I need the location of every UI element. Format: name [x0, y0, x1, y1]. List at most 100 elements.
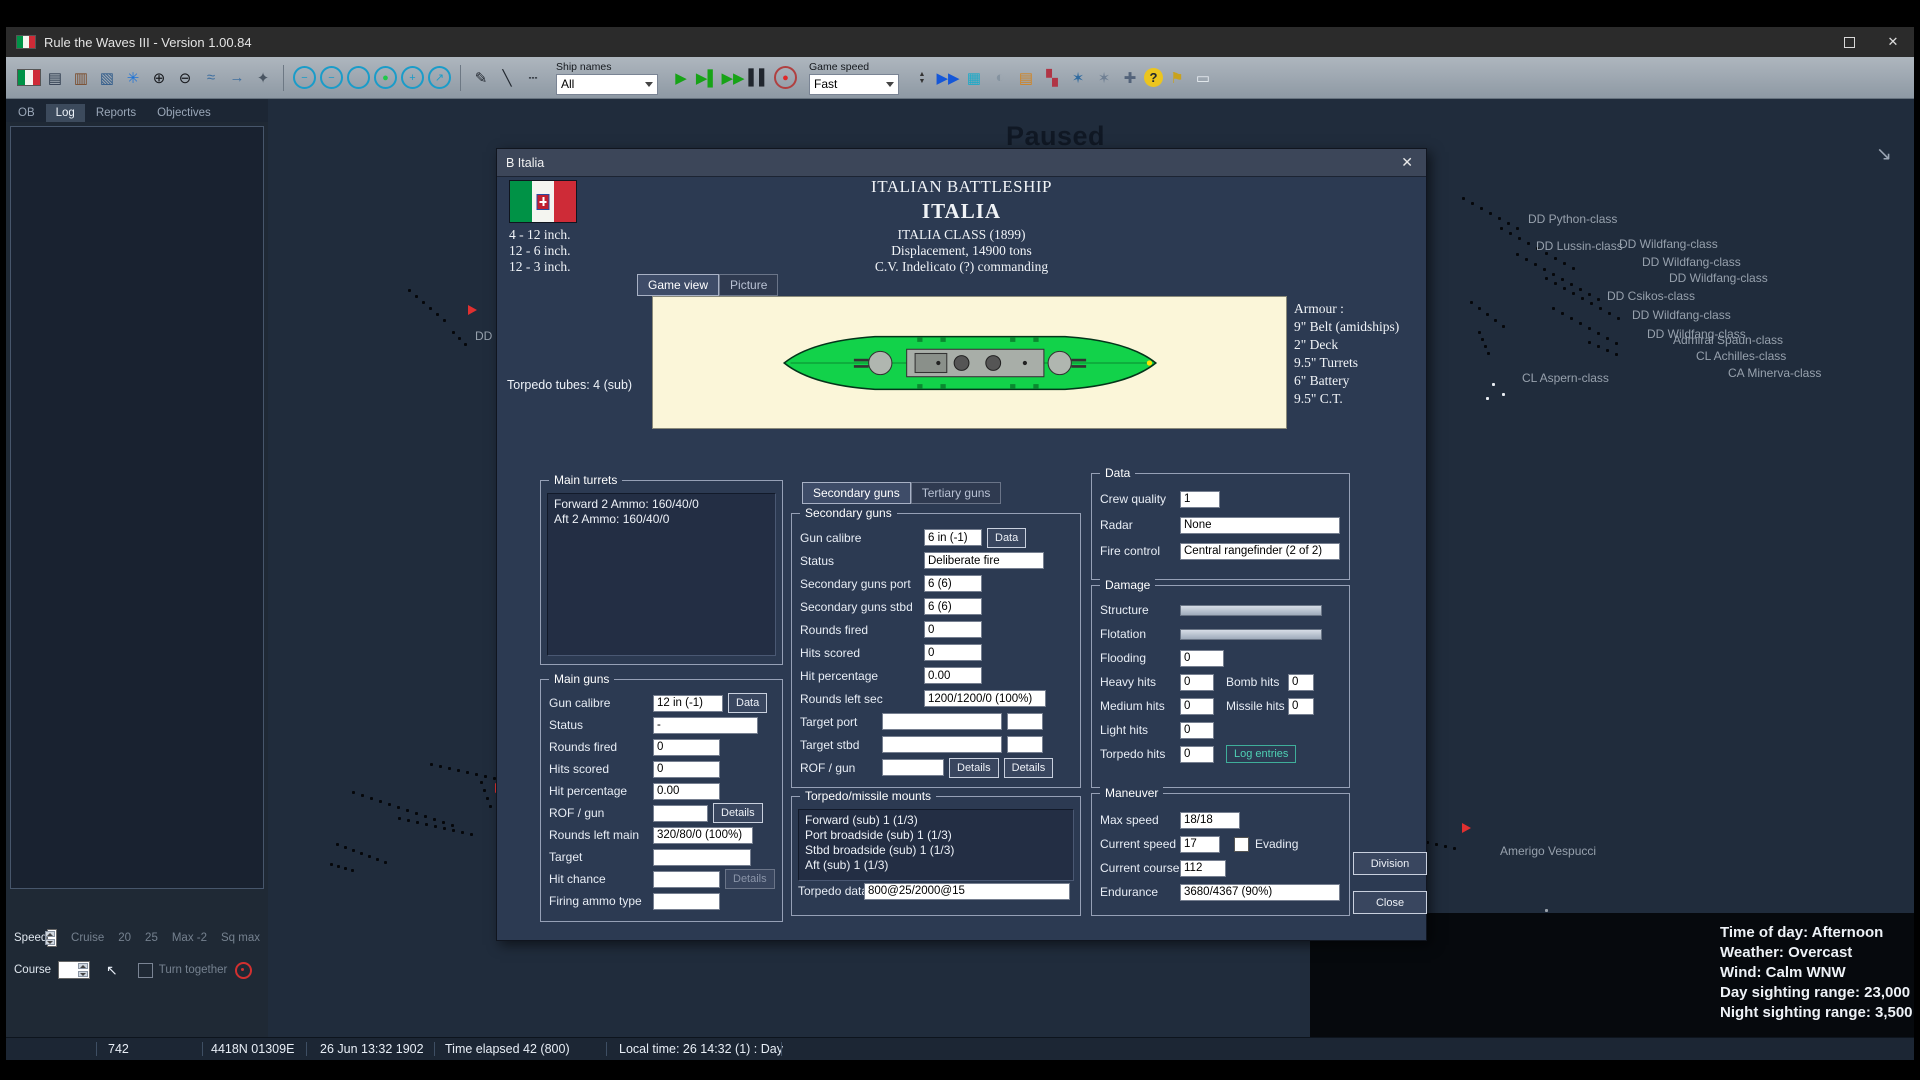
spinner-up-icon[interactable]	[45, 931, 55, 937]
signal-chart-icon[interactable]: ▚	[1040, 66, 1064, 90]
ship-marker[interactable]	[1502, 393, 1505, 396]
dashed-line-icon[interactable]: ┄	[521, 66, 545, 90]
medium-hits-field[interactable]	[1180, 698, 1214, 715]
spinner-down-icon[interactable]	[45, 939, 55, 945]
compass-icon[interactable]: ↗	[428, 66, 451, 89]
ship-marker[interactable]	[1561, 312, 1564, 315]
fleet-log-icon[interactable]: ▥	[69, 66, 93, 90]
main-rof-gun-field[interactable]	[653, 805, 708, 822]
secondary-hit-percentage-field[interactable]	[924, 667, 982, 684]
crew-quality-field[interactable]	[1180, 491, 1220, 508]
time-step-icon[interactable]: ▲ ▼	[910, 66, 934, 90]
ship-marker[interactable]	[448, 767, 451, 770]
restore-button[interactable]	[1838, 32, 1860, 52]
secondary-hits-scored-field[interactable]	[924, 644, 982, 661]
course-arrow-icon[interactable]: ↖	[106, 962, 118, 979]
play-step-icon[interactable]: ▶▌	[695, 66, 719, 90]
main-turrets-list[interactable]: Forward 2 Ammo: 160/40/0Aft 2 Ammo: 160/…	[547, 493, 776, 656]
ship-marker[interactable]	[470, 833, 473, 836]
ship-marker[interactable]	[1500, 227, 1503, 230]
ship-marker[interactable]	[1554, 257, 1557, 260]
ship-marker[interactable]	[361, 794, 364, 797]
gun-range-icon[interactable]: −	[320, 66, 343, 89]
log-entries-button[interactable]: Log entries	[1226, 745, 1296, 763]
settings-gear-icon[interactable]: ✳	[121, 66, 145, 90]
secondary-rof-gun-field[interactable]	[882, 759, 944, 776]
torpedo-hits-field[interactable]	[1180, 746, 1214, 763]
ship-marker[interactable]	[480, 781, 483, 784]
tab-picture[interactable]: Picture	[719, 274, 778, 296]
secondary-target-port-field[interactable]	[882, 713, 1002, 730]
flagship-marker[interactable]	[468, 305, 477, 315]
data-button[interactable]: Data	[987, 528, 1026, 548]
layers-icon[interactable]: ▤	[1014, 66, 1038, 90]
map[interactable]: Paused Time of day: AfternoonWeather: Ov…	[268, 99, 1914, 1037]
ship-marker[interactable]	[486, 797, 489, 800]
torpedo-tracks-icon[interactable]: →	[225, 66, 249, 90]
speed-spinner[interactable]	[47, 929, 57, 947]
details-button[interactable]: Details	[713, 803, 763, 823]
ship-marker[interactable]	[464, 343, 467, 346]
dialog-close-icon[interactable]: ✕	[1397, 154, 1417, 171]
ship-marker[interactable]	[360, 852, 363, 855]
ship-marker[interactable]	[1563, 262, 1566, 265]
ship-marker[interactable]	[458, 337, 461, 340]
secondary-secondary-guns-stbd-field[interactable]	[924, 598, 982, 615]
torpedo-range-icon[interactable]	[347, 66, 370, 89]
ship-marker[interactable]	[384, 861, 387, 864]
ship-marker[interactable]	[397, 806, 400, 809]
ship-marker[interactable]	[1498, 217, 1501, 220]
main-firing-ammo-type-field[interactable]	[653, 893, 720, 910]
ship-marker[interactable]	[351, 869, 354, 872]
ship-marker[interactable]	[1481, 338, 1484, 341]
secondary-target-stbd-field-2[interactable]	[1007, 736, 1043, 753]
ship-marker[interactable]	[1509, 232, 1512, 235]
ship-marker[interactable]	[452, 829, 455, 832]
evading-checkbox[interactable]	[1234, 837, 1249, 852]
radar-field[interactable]	[1180, 517, 1340, 534]
ship-marker[interactable]	[407, 819, 410, 822]
ship-marker[interactable]	[1487, 352, 1490, 355]
bomb-hits-field[interactable]	[1288, 674, 1314, 691]
ship-marker[interactable]	[1545, 277, 1548, 280]
ship-marker[interactable]	[379, 800, 382, 803]
ship-marker[interactable]	[352, 849, 355, 852]
ship-marker[interactable]	[352, 791, 355, 794]
almanac-icon[interactable]: ▧	[95, 66, 119, 90]
spinner-up-icon[interactable]	[78, 963, 88, 969]
ship-marker[interactable]	[1518, 237, 1521, 240]
ship-marker[interactable]	[337, 865, 340, 868]
help-icon[interactable]: ?	[1144, 68, 1163, 87]
play-icon[interactable]: ▶	[669, 66, 693, 90]
secondary-secondary-guns-port-field[interactable]	[924, 575, 982, 592]
zoom-out-icon[interactable]: ⊖	[173, 66, 197, 90]
dialog-titlebar[interactable]: B Italia ✕	[497, 149, 1426, 177]
ship-marker[interactable]	[376, 858, 379, 861]
ship-marker[interactable]	[457, 769, 460, 772]
turn-together-checkbox[interactable]	[138, 963, 153, 978]
ship-marker[interactable]	[1606, 349, 1609, 352]
ship-marker[interactable]	[1478, 307, 1481, 310]
torpedo-data-field[interactable]	[864, 883, 1070, 900]
ship-marker[interactable]	[1492, 383, 1495, 386]
ship-marker[interactable]	[1486, 313, 1489, 316]
division-button[interactable]: Division	[1353, 852, 1427, 875]
ship-marker[interactable]	[1502, 325, 1505, 328]
alarm-icon[interactable]	[235, 962, 252, 979]
ship-marker[interactable]	[1588, 293, 1591, 296]
ship-marker[interactable]	[433, 818, 436, 821]
ship-marker[interactable]	[368, 855, 371, 858]
max-speed-field[interactable]	[1180, 812, 1240, 829]
display-icon[interactable]: ▭	[1191, 66, 1215, 90]
ship-marker[interactable]	[1484, 345, 1487, 348]
ship-marker[interactable]	[443, 827, 446, 830]
ship-marker[interactable]	[336, 843, 339, 846]
ship-marker[interactable]	[416, 821, 419, 824]
main-rounds-fired-field[interactable]	[653, 739, 720, 756]
ship-marker[interactable]	[388, 803, 391, 806]
secondary-target-port-field-2[interactable]	[1007, 713, 1043, 730]
fire-control-field[interactable]	[1180, 543, 1340, 560]
division-tools-icon[interactable]: ✶	[1066, 66, 1090, 90]
data-button[interactable]: Data	[728, 693, 767, 713]
ship-marker[interactable]	[1597, 345, 1600, 348]
